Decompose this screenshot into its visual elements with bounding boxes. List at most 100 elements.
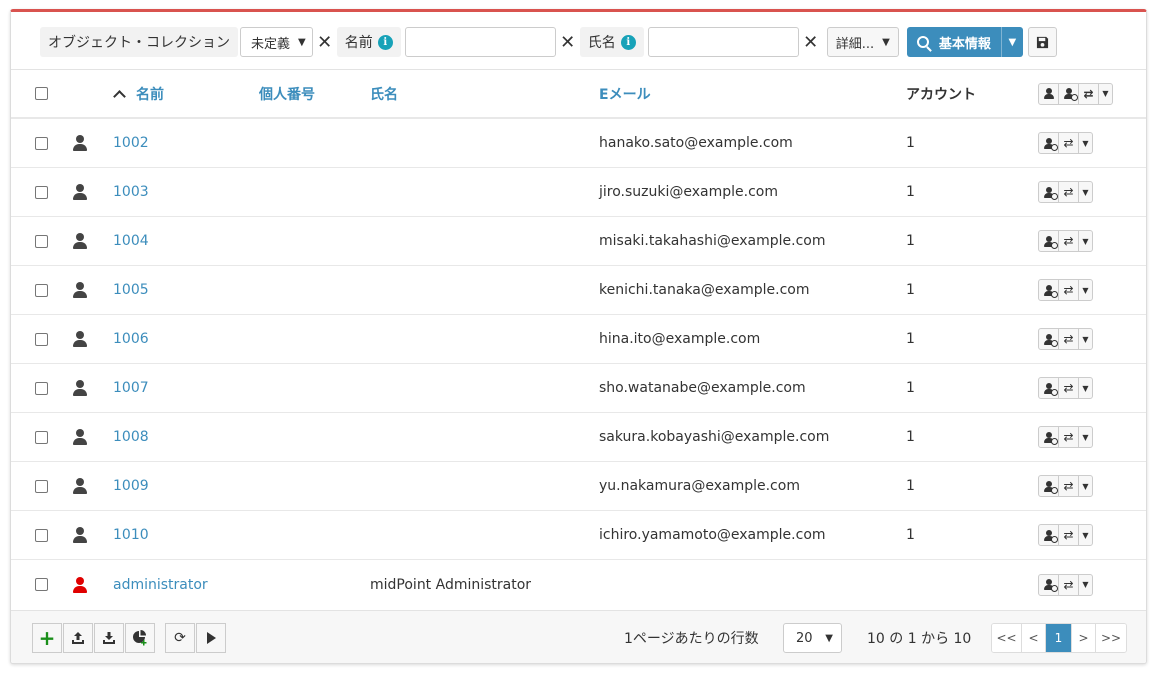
column-full-name[interactable]: 氏名 — [370, 70, 398, 117]
column-name-label: 名前 — [136, 86, 164, 103]
caret-down-icon[interactable]: ▼ — [1079, 329, 1092, 349]
row-checkbox[interactable] — [35, 430, 48, 444]
refresh-icon[interactable]: ⟳ — [165, 623, 195, 653]
select-all-checkbox[interactable] — [35, 87, 48, 100]
row-name-link[interactable]: 1007 — [113, 364, 149, 412]
column-personal-number[interactable]: 個人番号 — [259, 70, 315, 117]
chevron-down-icon: ▼ — [298, 36, 306, 48]
row-checkbox[interactable] — [35, 185, 48, 199]
caret-down-icon[interactable]: ▼ — [1079, 378, 1092, 398]
caret-down-icon[interactable]: ▼ — [1099, 84, 1112, 104]
info-icon[interactable]: i — [377, 34, 393, 50]
row-name-link[interactable]: 1010 — [113, 511, 149, 559]
caret-down-icon[interactable]: ▼ — [1079, 476, 1092, 496]
exchange-icon[interactable]: ⇄ — [1059, 476, 1079, 496]
prev-page-button[interactable]: < — [1022, 624, 1046, 652]
info-icon[interactable]: i — [620, 34, 636, 50]
caret-down-icon[interactable]: ▼ — [1079, 427, 1092, 447]
exchange-icon[interactable]: ⇄ — [1059, 231, 1079, 251]
row-checkbox[interactable] — [35, 479, 48, 493]
exchange-icon[interactable]: ⇄ — [1059, 329, 1079, 349]
user-disable-icon — [1043, 284, 1058, 298]
enable-user-button[interactable] — [1039, 83, 1059, 104]
name-filter-input[interactable] — [404, 27, 556, 57]
disable-user-button[interactable] — [1039, 427, 1059, 447]
row-checkbox[interactable] — [35, 136, 48, 150]
exchange-icon[interactable]: ⇄ — [1059, 574, 1079, 595]
search-row: オブジェクト・コレクション 未定義 ▼ ✕ 名前 i ✕ 氏名 i ✕ 詳細..… — [40, 26, 1057, 58]
chevron-down-icon: ▼ — [825, 632, 833, 644]
row-checkbox[interactable] — [35, 528, 48, 542]
caret-down-icon[interactable]: ▼ — [1079, 182, 1092, 202]
rows-per-page-select[interactable]: 20 ▼ — [783, 623, 842, 653]
caret-down-icon[interactable]: ▼ — [1079, 280, 1092, 300]
table-footer: + ⟳ 1ページあたりの行数 20 ▼ 10 の 1 から 10 << < 1 — [11, 610, 1146, 663]
exchange-icon[interactable]: ⇄ — [1079, 83, 1099, 104]
play-icon[interactable] — [196, 623, 226, 653]
user-disable-icon — [1063, 88, 1078, 101]
fullname-filter-input[interactable] — [647, 27, 799, 57]
disable-user-button[interactable] — [1039, 329, 1059, 349]
disable-user-button[interactable] — [1039, 525, 1059, 545]
search-mode-dropdown[interactable]: ▼ — [1000, 27, 1023, 57]
more-filters-button[interactable]: 詳細... ▼ — [826, 27, 899, 57]
user-disable-icon — [1043, 382, 1058, 396]
plus-icon[interactable]: + — [32, 623, 62, 653]
caret-down-icon[interactable]: ▼ — [1079, 133, 1092, 153]
save-search-button[interactable] — [1027, 27, 1057, 57]
exchange-icon[interactable]: ⇄ — [1059, 182, 1079, 202]
clear-fullname-button[interactable]: ✕ — [799, 27, 823, 57]
next-page-button[interactable]: > — [1072, 624, 1096, 652]
column-name[interactable]: 名前 — [113, 70, 164, 117]
row-select-cell — [35, 168, 48, 216]
user-disable-icon — [1043, 529, 1058, 543]
current-page-button[interactable]: 1 — [1046, 624, 1072, 652]
collection-select[interactable]: 未定義 ▼ — [240, 27, 313, 57]
row-actions: ⇄ ▼ — [1038, 119, 1093, 167]
row-email: kenichi.tanaka@example.com — [599, 282, 810, 298]
clear-collection-button[interactable]: ✕ — [313, 27, 337, 57]
row-checkbox[interactable] — [35, 381, 48, 395]
row-name-link[interactable]: 1009 — [113, 462, 149, 510]
row-checkbox[interactable] — [35, 234, 48, 248]
row-checkbox[interactable] — [35, 283, 48, 297]
user-icon — [73, 233, 87, 249]
clear-name-button[interactable]: ✕ — [556, 27, 580, 57]
row-name-link[interactable]: 1004 — [113, 217, 149, 265]
upload-icon[interactable] — [63, 623, 93, 653]
caret-down-icon[interactable]: ▼ — [1079, 231, 1092, 251]
row-name-link[interactable]: 1005 — [113, 266, 149, 314]
caret-down-icon[interactable]: ▼ — [1079, 525, 1092, 545]
user-icon — [73, 576, 87, 593]
exchange-icon[interactable]: ⇄ — [1059, 378, 1079, 398]
row-name-link[interactable]: 1003 — [113, 168, 149, 216]
row-name-link[interactable]: 1006 — [113, 315, 149, 363]
column-email[interactable]: Eメール — [599, 70, 651, 117]
chart-add-icon[interactable] — [125, 623, 155, 653]
disable-user-button[interactable] — [1039, 378, 1059, 398]
first-page-button[interactable]: << — [992, 624, 1022, 652]
disable-user-button[interactable] — [1039, 133, 1059, 153]
row-name-link[interactable]: administrator — [113, 560, 208, 609]
disable-user-button[interactable] — [1059, 83, 1079, 104]
exchange-icon[interactable]: ⇄ — [1059, 133, 1079, 153]
row-checkbox[interactable] — [35, 578, 48, 591]
row-accounts: 1 — [906, 380, 915, 396]
search-button[interactable]: 基本情報 — [907, 27, 1001, 57]
disable-user-button[interactable] — [1039, 476, 1059, 496]
user-disable-icon — [1043, 137, 1058, 151]
exchange-icon[interactable]: ⇄ — [1059, 427, 1079, 447]
row-checkbox[interactable] — [35, 332, 48, 346]
exchange-icon[interactable]: ⇄ — [1059, 525, 1079, 545]
row-name-link[interactable]: 1008 — [113, 413, 149, 461]
exchange-icon[interactable]: ⇄ — [1059, 280, 1079, 300]
last-page-button[interactable]: >> — [1096, 624, 1126, 652]
disable-user-button[interactable] — [1039, 574, 1059, 595]
disable-user-button[interactable] — [1039, 182, 1059, 202]
disable-user-button[interactable] — [1039, 280, 1059, 300]
download-icon[interactable] — [94, 623, 124, 653]
row-type-cell — [73, 266, 87, 314]
caret-down-icon[interactable]: ▼ — [1079, 575, 1092, 595]
disable-user-button[interactable] — [1039, 231, 1059, 251]
row-name-link[interactable]: 1002 — [113, 119, 149, 167]
